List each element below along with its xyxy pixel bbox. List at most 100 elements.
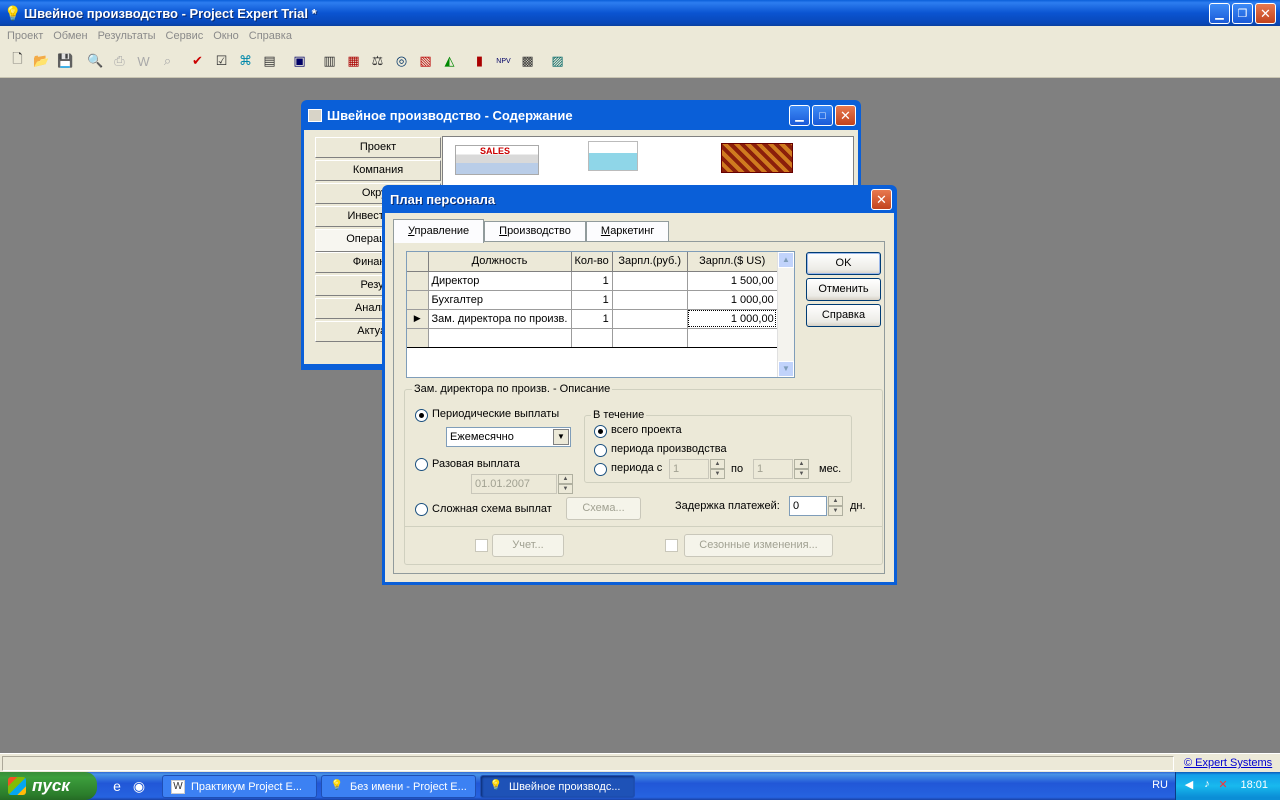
scroll-down-icon[interactable]: ▼ xyxy=(778,361,794,377)
chevron-down-icon[interactable]: ▼ xyxy=(553,429,569,445)
volume-icon[interactable]: ♪ xyxy=(1200,778,1214,792)
table-row[interactable]: Бухгалтер 1 1 000,00 xyxy=(407,290,778,310)
text-window-icon[interactable]: ▣ xyxy=(288,50,311,72)
date-stepper[interactable]: ▲ ▼ xyxy=(558,474,573,494)
period-to-field[interactable]: 1 ▲ ▼ xyxy=(753,459,809,479)
print-icon[interactable]: ⎙ xyxy=(108,50,131,72)
ok-button[interactable]: OK xyxy=(806,252,881,275)
delay-stepper[interactable]: ▲ ▼ xyxy=(828,496,843,516)
delay-field[interactable]: 0 ▲ ▼ xyxy=(789,496,843,516)
minimize-button[interactable]: ▁ xyxy=(1209,3,1230,24)
menu-service[interactable]: Сервис xyxy=(161,30,209,42)
contents-minimize-button[interactable]: ▁ xyxy=(789,105,810,126)
cell-position[interactable]: Бухгалтер xyxy=(428,290,572,310)
period-from-field[interactable]: 1 ▲ ▼ xyxy=(669,459,725,479)
col-quantity[interactable]: Кол-во xyxy=(571,252,613,272)
frequency-select[interactable]: Ежемесячно ▼ xyxy=(446,427,571,447)
analysis-icon[interactable]: ▩ xyxy=(516,50,539,72)
start-button[interactable]: пуск xyxy=(0,772,97,800)
menu-results[interactable]: Результаты xyxy=(93,30,161,42)
menu-exchange[interactable]: Обмен xyxy=(48,30,92,42)
cell-salary-rub[interactable] xyxy=(612,309,688,329)
language-indicator[interactable]: RU xyxy=(1152,779,1168,791)
help-button[interactable]: Справка xyxy=(806,304,881,327)
whole-project-radio[interactable] xyxy=(594,425,607,438)
task-sewing-production[interactable]: 💡 Швейное производс... xyxy=(480,775,635,798)
accounting-button[interactable]: Учет... xyxy=(492,534,564,557)
open-folder-icon[interactable]: 📂 xyxy=(30,50,53,72)
period-from-radio[interactable] xyxy=(594,463,607,476)
close-button[interactable]: ✕ xyxy=(1255,3,1276,24)
internet-explorer-icon[interactable]: e xyxy=(108,777,126,795)
nav-company[interactable]: Компания xyxy=(315,160,441,181)
accounting-checkbox[interactable] xyxy=(475,539,488,552)
restore-button[interactable]: ❐ xyxy=(1232,3,1253,24)
network-disconnected-icon[interactable]: ✕ xyxy=(1216,778,1230,792)
browser-icon[interactable]: ◉ xyxy=(130,777,148,795)
cell-position[interactable]: Зам. директора по произв. xyxy=(428,309,572,329)
cell-salary-usd-selected[interactable]: 1 000,00 xyxy=(687,309,778,329)
back-arrow-icon[interactable]: ◀ xyxy=(1182,778,1196,792)
globe-icon[interactable]: ◎ xyxy=(390,50,413,72)
period-from-stepper[interactable]: ▲ ▼ xyxy=(710,459,725,479)
menu-window[interactable]: Окно xyxy=(208,30,244,42)
seasonal-changes-button[interactable]: Сезонные изменения... xyxy=(684,534,833,557)
grid-scrollbar[interactable]: ▲ ▼ xyxy=(777,252,794,377)
copyright-link[interactable]: © Expert Systems xyxy=(1184,757,1272,769)
nav-project[interactable]: Проект xyxy=(315,137,441,158)
cell-position[interactable] xyxy=(428,328,572,348)
cell-salary-usd[interactable]: 1 500,00 xyxy=(687,271,778,291)
cell-salary-usd[interactable] xyxy=(687,328,778,348)
check-icon[interactable]: ✔ xyxy=(186,50,209,72)
dialog-close-button[interactable]: ✕ xyxy=(871,189,892,210)
staff-grid[interactable]: Должность Кол-во Зарпл.(руб.) Зарпл.($ U… xyxy=(406,251,795,378)
save-icon[interactable]: 💾 xyxy=(54,50,77,72)
seasonal-checkbox[interactable] xyxy=(665,539,678,552)
sales-picture[interactable]: SALES xyxy=(455,145,539,175)
cell-quantity[interactable]: 1 xyxy=(571,271,613,291)
contents-maximize-button[interactable]: □ xyxy=(812,105,833,126)
plan-picture[interactable] xyxy=(588,141,638,171)
checklist-icon[interactable]: ☑ xyxy=(210,50,233,72)
task-untitled-project[interactable]: 💡 Без имени - Project E... xyxy=(321,775,476,798)
onetime-payment-radio[interactable] xyxy=(415,458,428,471)
npv-pi-icon[interactable]: NPV xyxy=(492,50,515,72)
search-icon[interactable]: ⌕ xyxy=(156,50,179,72)
contents-close-button[interactable]: ✕ xyxy=(835,105,856,126)
task-practicum[interactable]: W Практикум Project E... xyxy=(162,775,317,798)
cancel-button[interactable]: Отменить xyxy=(806,278,881,301)
col-position[interactable]: Должность xyxy=(428,252,572,272)
tab-management[interactable]: Управление xyxy=(393,219,485,243)
print-preview-icon[interactable]: 🔍 xyxy=(84,50,107,72)
cashflow-icon[interactable]: ▦ xyxy=(342,50,365,72)
network-icon[interactable]: ⌘ xyxy=(234,50,257,72)
cell-quantity[interactable]: 1 xyxy=(571,309,613,329)
table-row-empty[interactable] xyxy=(407,328,778,348)
production-picture[interactable] xyxy=(721,143,793,173)
list-window-icon[interactable]: ▤ xyxy=(258,50,281,72)
complex-scheme-radio[interactable] xyxy=(415,503,428,516)
col-salary-usd[interactable]: Зарпл.($ US) xyxy=(687,252,778,272)
tab-marketing[interactable]: Маркетинг xyxy=(585,221,670,241)
new-document-icon[interactable]: 🗋 xyxy=(6,50,29,72)
period-to-stepper[interactable]: ▲ ▼ xyxy=(794,459,809,479)
document-chart-icon[interactable]: ▧ xyxy=(414,50,437,72)
cell-quantity[interactable]: 1 xyxy=(571,290,613,310)
cell-salary-usd[interactable]: 1 000,00 xyxy=(687,290,778,310)
cell-position[interactable]: Директор xyxy=(428,271,572,291)
table-icon[interactable]: ▥ xyxy=(318,50,341,72)
tab-production[interactable]: Производство xyxy=(484,221,586,241)
cell-salary-rub[interactable] xyxy=(612,271,688,291)
word-export-icon[interactable]: W xyxy=(132,50,155,72)
cell-salary-rub[interactable] xyxy=(612,328,688,348)
onetime-date-field[interactable]: 01.01.2007 ▲ ▼ xyxy=(471,474,573,494)
report-icon[interactable]: ▨ xyxy=(546,50,569,72)
balance-icon[interactable]: ⚖ xyxy=(366,50,389,72)
menu-help[interactable]: Справка xyxy=(244,30,297,42)
production-period-radio[interactable] xyxy=(594,444,607,457)
cell-quantity[interactable] xyxy=(571,328,613,348)
scheme-button[interactable]: Схема... xyxy=(566,497,641,520)
periodic-payments-radio[interactable] xyxy=(415,409,428,422)
scroll-up-icon[interactable]: ▲ xyxy=(778,252,794,268)
chart-icon[interactable]: ◭ xyxy=(438,50,461,72)
